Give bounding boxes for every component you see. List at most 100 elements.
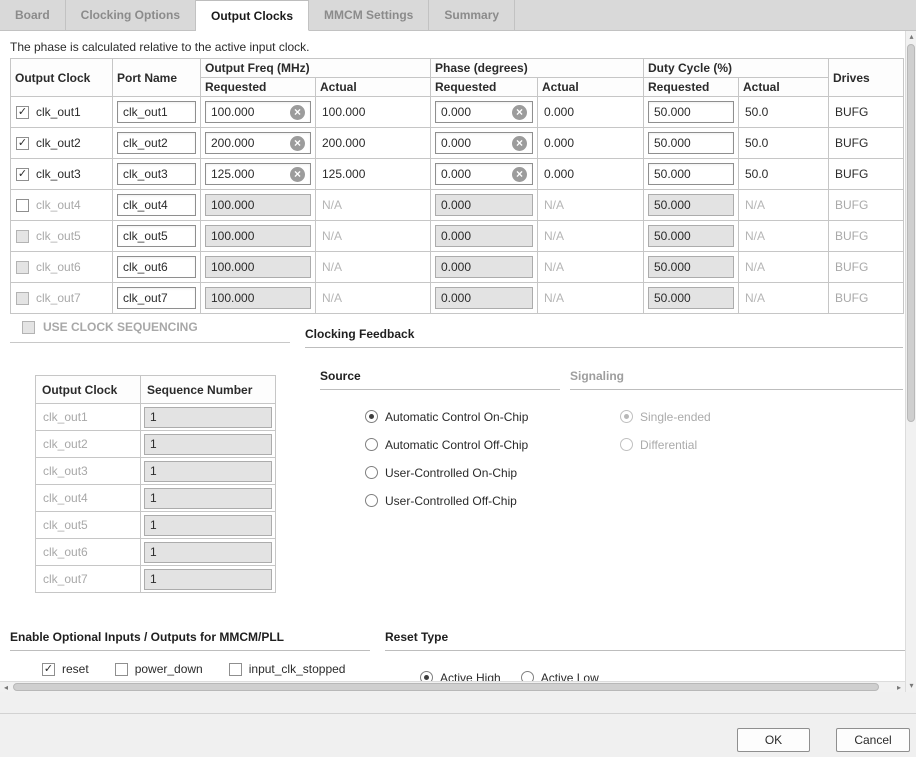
output-clocks-table: Output Clock Port Name Output Freq (MHz)… [10,58,904,314]
seq-row: clk_out2 1 [36,431,276,458]
radio-automatic-control-off-chip[interactable]: Automatic Control Off-Chip [365,438,528,451]
col-port-name: Port Name [113,59,201,97]
vertical-scrollbar[interactable]: ▴ ▾ [905,31,916,692]
port-name-input[interactable]: clk_out7 [117,287,196,309]
checkbox-reset[interactable]: ✓ reset [42,662,89,676]
phase-requested-input: 0.000 [435,194,533,216]
use-clock-sequencing-label: USE CLOCK SEQUENCING [43,320,198,334]
freq-actual-value: 200.000 [316,136,371,150]
phase-requested-input[interactable]: 0.000× [435,132,533,154]
enable-checkbox[interactable]: ✓ [16,137,29,150]
radio-user-controlled-off-chip[interactable]: User-Controlled Off-Chip [365,494,528,507]
col-freq-actual: Actual [316,78,431,97]
radio-icon [620,438,633,451]
freq-actual-value: 125.000 [316,167,371,181]
tab-clocking-options[interactable]: Clocking Options [66,0,196,30]
scroll-left-icon[interactable]: ◂ [0,682,12,693]
clocking-feedback-title: Clocking Feedback [305,327,903,348]
check-icon: ✓ [44,664,53,675]
source-title: Source [320,369,560,390]
checkbox-power-down[interactable]: power_down [115,662,203,676]
sequence-number-input: 1 [144,488,272,509]
clocking-wizard-dialog: Board Clocking Options Output Clocks MMC… [0,0,916,757]
ok-button[interactable]: OK [737,728,810,752]
duty-requested-input[interactable]: 50.000 [648,101,734,123]
use-clock-sequencing-checkbox [22,321,35,334]
duty-actual-value: N/A [739,229,771,243]
clear-icon[interactable]: × [512,167,527,182]
clear-icon[interactable]: × [290,167,305,182]
check-icon: ✓ [18,107,27,118]
phase-requested-input[interactable]: 0.000× [435,101,533,123]
tab-summary[interactable]: Summary [429,0,515,30]
footer-divider [0,713,916,714]
output-clock-name: clk_out4 [36,198,81,212]
freq-actual-value: N/A [316,260,348,274]
enable-checkbox[interactable]: ✓ [16,168,29,181]
duty-requested-input[interactable]: 50.000 [648,163,734,185]
feedback-source-radios: Automatic Control On-Chip Automatic Cont… [365,410,528,507]
radio-automatic-control-on-chip[interactable]: Automatic Control On-Chip [365,410,528,423]
sequence-number-input: 1 [144,515,272,536]
port-name-input[interactable]: clk_out1 [117,101,196,123]
freq-requested-input[interactable]: 200.000× [205,132,311,154]
phase-actual-value: N/A [538,198,570,212]
clear-icon[interactable]: × [290,105,305,120]
drives-value: BUFG [829,198,874,212]
port-name-input[interactable]: clk_out4 [117,194,196,216]
seq-row: clk_out7 1 [36,566,276,593]
duty-requested-input: 50.000 [648,225,734,247]
table-row: ✓ clk_out3 clk_out3 125.000× 125.000 0.0… [11,159,904,190]
duty-requested-input: 50.000 [648,194,734,216]
output-clocks-panel: The phase is calculated relative to the … [0,31,905,692]
col-phase-actual: Actual [538,78,644,97]
checkbox-input-clk-stopped[interactable]: input_clk_stopped [229,662,346,676]
radio-user-controlled-on-chip[interactable]: User-Controlled On-Chip [365,466,528,479]
use-clock-sequencing: USE CLOCK SEQUENCING [10,320,290,343]
sequence-number-input: 1 [144,542,272,563]
duty-requested-input[interactable]: 50.000 [648,132,734,154]
seq-row: clk_out1 1 [36,404,276,431]
port-name-input[interactable]: clk_out3 [117,163,196,185]
scroll-down-icon[interactable]: ▾ [906,680,916,692]
cancel-button[interactable]: Cancel [836,728,910,752]
sequence-number-input: 1 [144,434,272,455]
vertical-scrollbar-thumb[interactable] [907,44,915,422]
scroll-right-icon[interactable]: ▸ [893,682,905,693]
table-row: clk_out4 clk_out4 100.000 N/A 0.000 N/A … [11,190,904,221]
dialog-footer: OK Cancel [0,692,916,757]
radio-single-ended: Single-ended [620,410,711,423]
drives-value: BUFG [829,105,874,119]
port-name-input[interactable]: clk_out5 [117,225,196,247]
freq-requested-input[interactable]: 125.000× [205,163,311,185]
horizontal-scrollbar-thumb[interactable] [13,683,879,691]
signaling-title: Signaling [570,369,903,390]
radio-icon [365,410,378,423]
clear-icon[interactable]: × [512,136,527,151]
enable-checkbox [16,261,29,274]
phase-actual-value: N/A [538,229,570,243]
phase-requested-input[interactable]: 0.000× [435,163,533,185]
tab-output-clocks[interactable]: Output Clocks [196,0,309,31]
radio-differential: Differential [620,438,711,451]
duty-actual-value: 50.0 [739,105,774,119]
scroll-up-icon[interactable]: ▴ [906,31,916,43]
port-name-input[interactable]: clk_out6 [117,256,196,278]
freq-requested-input[interactable]: 100.000× [205,101,311,123]
clear-icon[interactable]: × [290,136,305,151]
sequence-number-input: 1 [144,461,272,482]
phase-requested-input: 0.000 [435,225,533,247]
tab-mmcm-settings[interactable]: MMCM Settings [309,0,429,30]
horizontal-scrollbar[interactable]: ◂ ▸ [0,681,905,692]
phase-actual-value: N/A [538,291,570,305]
seq-row: clk_out5 1 [36,512,276,539]
col-output-freq: Output Freq (MHz) [201,59,431,78]
tab-board[interactable]: Board [0,0,66,30]
port-name-input[interactable]: clk_out2 [117,132,196,154]
freq-requested-input: 100.000 [205,194,311,216]
tab-bar: Board Clocking Options Output Clocks MMC… [0,0,916,31]
enable-checkbox[interactable] [16,199,29,212]
phase-requested-input: 0.000 [435,287,533,309]
clear-icon[interactable]: × [512,105,527,120]
enable-checkbox[interactable]: ✓ [16,106,29,119]
